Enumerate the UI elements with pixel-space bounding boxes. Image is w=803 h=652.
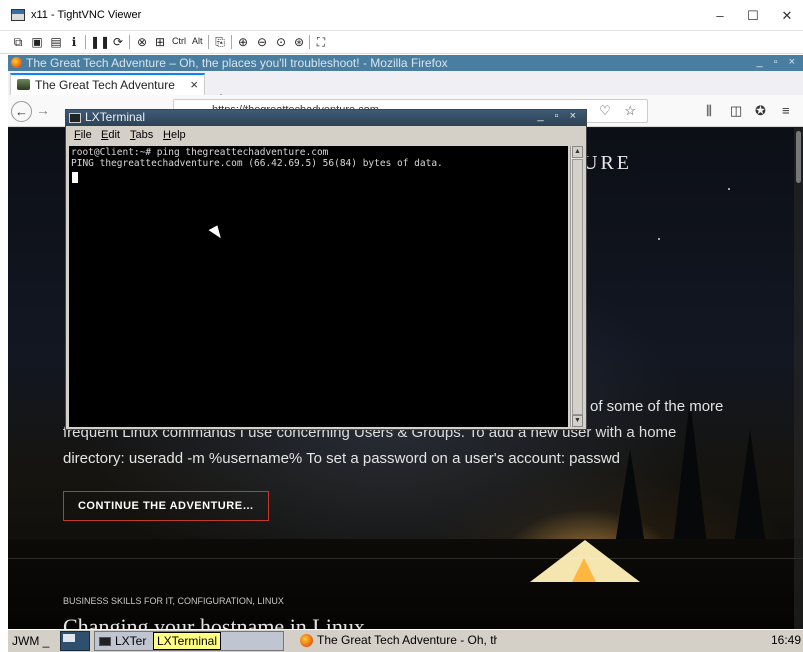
continue-adventure-button[interactable]: CONTINUE THE ADVENTURE… — [63, 491, 269, 521]
terminal-scroll-thumb[interactable] — [572, 159, 583, 415]
post-title[interactable]: Changing your hostname in Linux — [63, 614, 483, 630]
taskbar-item-lxterminal[interactable]: LXTer LXTerminal — [94, 631, 284, 651]
terminal-icon — [99, 637, 111, 646]
terminal-scrollbar[interactable]: ▲ ▼ — [570, 146, 583, 427]
toolbar-separator — [208, 35, 209, 49]
vnc-window-title: x11 - TightVNC Viewer — [31, 9, 142, 21]
star — [728, 188, 730, 190]
divider — [8, 558, 803, 559]
taskbar-item-label: LXTer — [115, 634, 147, 648]
new-connection-icon[interactable]: ⧉ — [10, 34, 26, 50]
fullscreen-icon[interactable]: ⛶ — [313, 34, 329, 50]
library-icon[interactable]: ⫼ — [706, 103, 712, 119]
alt-key-button[interactable]: Alt — [192, 36, 203, 46]
zoom-100-icon[interactable]: ⊙ — [273, 34, 289, 50]
close-button[interactable]: ✕ — [772, 6, 802, 26]
extension-icon[interactable]: ✪ — [755, 103, 766, 119]
post-categories[interactable]: BUSINESS SKILLS FOR IT, CONFIGURATION, L… — [63, 596, 284, 606]
firefox-window-controls[interactable]: _ ▫ × — [756, 56, 799, 68]
scroll-up-icon[interactable]: ▲ — [572, 146, 583, 158]
terminal-icon — [69, 113, 81, 123]
tab-great-tech-adventure[interactable]: The Great Tech Adventure × — [10, 73, 205, 95]
terminal-cursor — [72, 172, 78, 183]
tooltip: LXTerminal — [153, 632, 222, 650]
scroll-down-icon[interactable]: ▼ — [572, 415, 583, 427]
post-excerpt-line-1: of some of the more — [590, 398, 724, 415]
ctrl-key-button[interactable]: Ctrl — [172, 36, 186, 46]
pause-icon[interactable]: ❚❚ — [90, 34, 110, 50]
pager-window — [63, 634, 75, 642]
page-scrollbar[interactable] — [794, 128, 803, 629]
ctrl-esc-icon[interactable]: ⊞ — [152, 34, 168, 50]
zoom-out-icon[interactable]: ⊖ — [254, 34, 270, 50]
menu-tabs[interactable]: Tabs — [130, 129, 153, 141]
maximize-button[interactable]: ☐ — [738, 6, 768, 26]
tent-glow — [572, 558, 596, 582]
firefox-titlebar: The Great Tech Adventure – Oh, the place… — [8, 55, 803, 71]
firefox-window-title: The Great Tech Adventure – Oh, the place… — [26, 56, 448, 70]
tab-close-icon[interactable]: × — [190, 77, 198, 92]
menu-icon[interactable]: ≡ — [782, 103, 790, 118]
zoom-in-icon[interactable]: ⊕ — [235, 34, 251, 50]
jwm-menu-button[interactable]: JWM _ — [12, 634, 49, 648]
toolbar-separator — [85, 35, 86, 49]
connection-info-icon[interactable]: ℹ — [66, 34, 82, 50]
terminal-title: LXTerminal — [85, 110, 146, 124]
terminal-screen[interactable]: root@Client:~# ping thegreattechadventur… — [69, 146, 568, 427]
desktop-pager[interactable] — [60, 631, 90, 651]
terminal-line: root@Client:~# ping thegreattechadventur… — [71, 147, 329, 158]
toolbar-separator — [309, 35, 310, 49]
toolbar-separator — [129, 35, 130, 49]
tightvnc-app-icon — [11, 9, 25, 21]
vnc-titlebar: x11 - TightVNC Viewer – ☐ ✕ — [0, 0, 803, 31]
toolbar-separator — [231, 35, 232, 49]
terminal-window-controls[interactable]: _ ▫ × — [537, 110, 580, 122]
menu-file[interactable]: File — [74, 129, 92, 141]
back-button[interactable]: ← — [11, 101, 32, 122]
clipboard-icon[interactable]: ⎘ — [212, 34, 228, 50]
sidebar-icon[interactable]: ◫ — [730, 103, 742, 119]
tab-label: The Great Tech Adventure — [35, 78, 175, 92]
site-favicon-icon — [17, 79, 30, 90]
firefox-tabbar: The Great Tech Adventure × + — [8, 71, 803, 108]
site-heading: URE — [583, 152, 632, 174]
firefox-icon — [300, 634, 313, 647]
minimize-button[interactable]: – — [705, 6, 735, 26]
forward-button[interactable]: → — [36, 102, 50, 118]
menu-edit[interactable]: Edit — [101, 129, 120, 141]
refresh-icon[interactable]: ⟳ — [110, 34, 126, 50]
ctrl-alt-del-icon[interactable]: ⊗ — [134, 34, 150, 50]
terminal-titlebar[interactable]: LXTerminal _ ▫ × — [66, 110, 586, 126]
terminal-line: PING thegreattechadventure.com (66.42.69… — [71, 158, 443, 169]
firefox-icon — [11, 57, 22, 68]
remote-desktop: The Great Tech Adventure – Oh, the place… — [8, 55, 803, 652]
zoom-fit-icon[interactable]: ⊛ — [291, 34, 307, 50]
lxterminal-window[interactable]: LXTerminal _ ▫ × File Edit Tabs Help roo… — [65, 109, 587, 430]
options-icon[interactable]: ▤ — [48, 34, 64, 50]
terminal-menubar: File Edit Tabs Help — [66, 127, 586, 144]
post-excerpt-line-3: directory: useradd -m %username% To set … — [63, 450, 621, 467]
menu-help[interactable]: Help — [163, 129, 186, 141]
star — [658, 238, 660, 240]
clock: 16:49 — [770, 633, 801, 647]
vnc-toolbar: ⧉ ▣ ▤ ℹ ❚❚ ⟳ ⊗ ⊞ Ctrl Alt ⎘ ⊕ ⊖ ⊙ ⊛ ⛶ — [0, 31, 803, 54]
jwm-taskbar: JWM _ LXTer LXTerminal The Great Tech Ad… — [8, 629, 803, 652]
save-session-icon[interactable]: ▣ — [29, 34, 45, 50]
scrollbar-thumb[interactable] — [796, 131, 801, 183]
taskbar-item-firefox[interactable]: The Great Tech Adventure - Oh, the place… — [298, 631, 498, 651]
taskbar-item-label: The Great Tech Adventure - Oh, the place… — [317, 633, 497, 647]
